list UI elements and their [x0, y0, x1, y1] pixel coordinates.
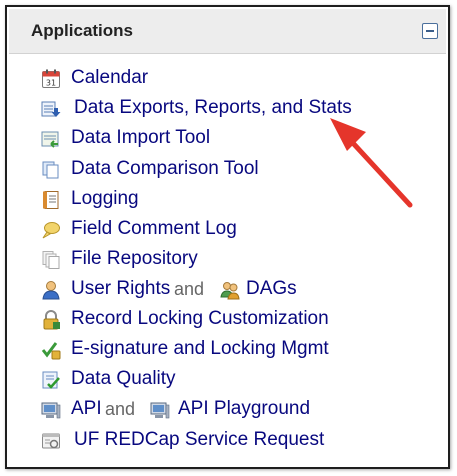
annotation-arrow [330, 118, 413, 208]
